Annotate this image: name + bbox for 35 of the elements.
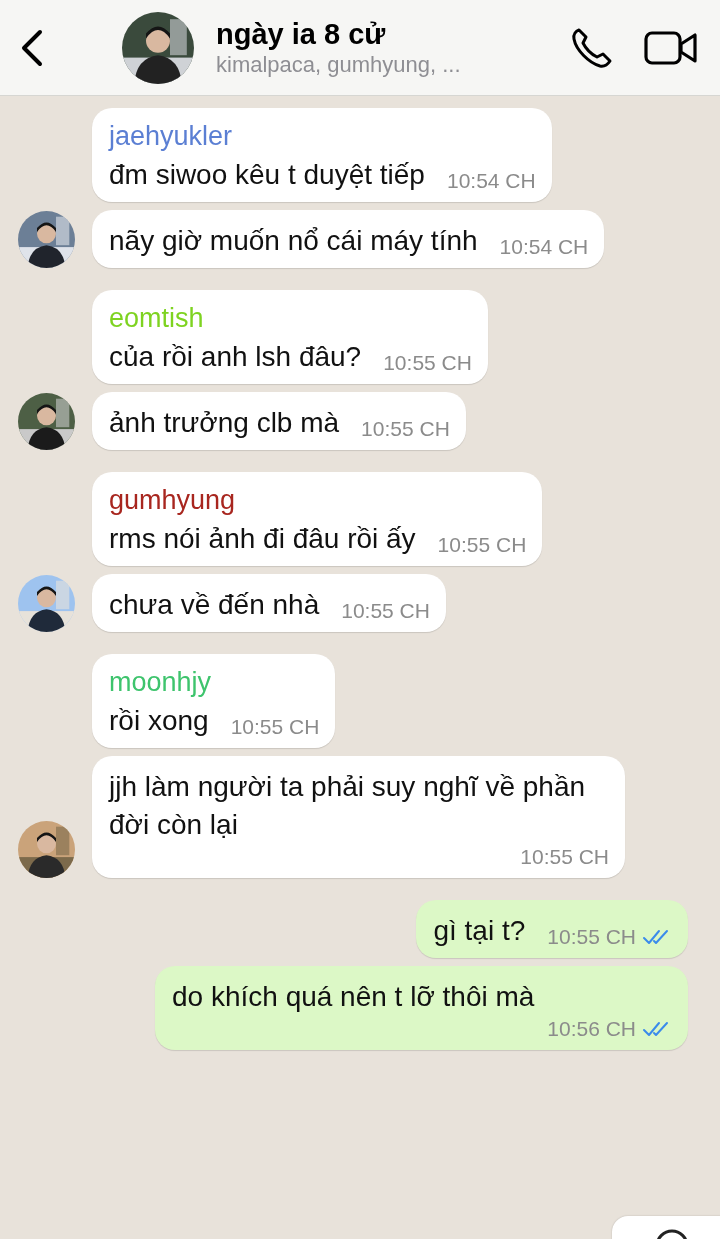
message-bubble[interactable]: chưa về đến nhà 10:55 CH [92,574,446,632]
message-bubble[interactable]: jaehyukler đm siwoo kêu t duyệt tiếp 10:54 CH [92,108,552,202]
message-text: nãy giờ muốn nổ cái máy tính [109,224,478,258]
message-time: 10:55 CH [230,714,320,740]
message-bubble[interactable]: moonhjy rồi xong 10:55 CH [92,654,336,748]
sender-name[interactable]: jaehyukler [109,120,536,152]
message-text: do khích quá nên t lỡ thôi mà [172,980,536,1014]
message-bubble[interactable]: eomtish của rồi anh lsh đâu? 10:55 CH [92,290,488,384]
message-text: gì tại t? [433,914,526,948]
message-text: của rồi anh lsh đâu? [109,340,362,374]
sender-name[interactable]: gumhyung [109,484,527,516]
message-time: 10:55 CH [383,350,472,376]
video-call-icon[interactable] [644,29,698,66]
message-bubble[interactable]: jjh làm người ta phải suy nghĩ về phần đời còn lại 10:55 CH [92,756,625,878]
message-text: rms nói ảnh đi đâu rồi ấy [109,522,416,556]
message-time: 10:55 CH [341,598,430,624]
message-text: jjh làm người ta phải suy nghĩ về phần đời còn lại [109,770,587,842]
message-time: 10:56 CH [547,1016,636,1042]
message-bubble[interactable]: ảnh trưởng clb mà 10:55 CH [92,392,466,450]
message-time: 10:55 CH [437,532,527,558]
message-time: 10:55 CH [520,844,609,870]
message-time: 10:55 CH [547,924,636,950]
message-text: đm siwoo kêu t duyệt tiếp [109,158,425,192]
message-text: chưa về đến nhà [109,588,320,622]
message-bubble[interactable]: gì tại t? 10:55 CH [416,900,688,958]
message-bubble[interactable]: do khích quá nên t lỡ thôi mà 10:56 CH [155,966,688,1050]
chat-title[interactable]: ngày ia 8 cử [216,16,540,51]
message-text: ảnh trưởng clb mà [109,406,340,440]
message-bubble[interactable]: nãy giờ muốn nổ cái máy tính 10:54 CH [92,210,605,268]
message-time: 10:55 CH [361,416,450,442]
participants-list: kimalpaca, gumhyung, ... [216,50,540,79]
message-bubble[interactable]: gumhyung rms nói ảnh đi đâu rồi ấy 10:55 CH [92,472,543,566]
message-time: 10:54 CH [499,234,589,260]
message-time: 10:54 CH [446,168,536,194]
message-text: rồi xong [109,704,209,738]
